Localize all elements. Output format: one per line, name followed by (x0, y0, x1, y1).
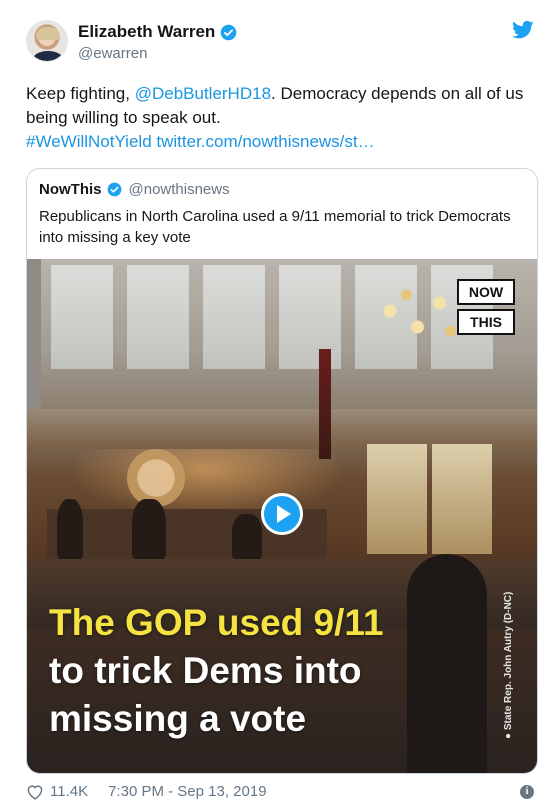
ceiling-beam (27, 259, 41, 409)
hashtag-link[interactable]: #WeWillNotYield (26, 132, 152, 151)
quoted-author-handle[interactable]: @nowthisnews (129, 181, 230, 198)
like-count[interactable]: 11.4K (50, 783, 88, 800)
logo-line-this: THIS (457, 309, 515, 335)
tweet-text: Keep fighting, @DebButlerHD18. Democracy… (26, 82, 526, 154)
wall-band (27, 409, 537, 449)
quoted-tweet-text: Republicans in North Carolina used a 9/1… (39, 208, 511, 246)
nowthis-logo: NOW THIS (457, 279, 515, 335)
author-name-row: Elizabeth Warren (78, 22, 237, 42)
play-icon (277, 505, 291, 523)
caption-line-1: The GOP used 9/11 (49, 602, 384, 643)
logo-line-now: NOW (457, 279, 515, 305)
window (51, 265, 113, 369)
author-name[interactable]: Elizabeth Warren (78, 22, 215, 42)
window (203, 265, 265, 369)
heart-icon[interactable] (26, 784, 44, 800)
video-caption: The GOP used 9/11 to trick Dems into mis… (49, 599, 489, 743)
state-seal (127, 449, 185, 507)
tweet-header: Elizabeth Warren @ewarren (26, 18, 534, 68)
wall-panel (432, 444, 492, 554)
quoted-author-row: NowThis @nowthisnews (39, 181, 230, 198)
info-icon[interactable]: i (520, 785, 534, 799)
tweet-text-start: Keep fighting, (26, 84, 135, 103)
wall-panel (367, 444, 427, 554)
video-credit: ● State Rep. John Autry (D-NC) (503, 591, 514, 739)
twitter-bird-icon[interactable] (512, 20, 534, 40)
person-figure (57, 499, 83, 559)
verified-badge-icon (221, 24, 237, 40)
verified-badge-icon (107, 182, 121, 197)
quoted-tweet-card[interactable]: NowThis @nowthisnews Republicans in Nort… (26, 168, 538, 774)
caption-line-2: to trick Dems into (49, 650, 362, 691)
flag (319, 349, 331, 459)
caption-line-3: missing a vote (49, 698, 307, 739)
tweet-footer: 11.4K 7:30 PM - Sep 13, 2019 (26, 783, 267, 800)
timestamp[interactable]: 7:30 PM - Sep 13, 2019 (108, 783, 266, 800)
person-figure (232, 514, 262, 559)
video-player[interactable]: NOW THIS The GOP used 9/11 to trick Dems… (27, 259, 537, 773)
play-button[interactable] (261, 493, 303, 535)
author-handle[interactable]: @ewarren (78, 45, 147, 62)
avatar[interactable] (26, 20, 68, 62)
window (127, 265, 189, 369)
mention-link[interactable]: @DebButlerHD18 (135, 84, 271, 103)
url-link[interactable]: twitter.com/nowthisnews/st… (156, 132, 374, 151)
chandelier (357, 279, 467, 359)
credit-text: State Rep. John Autry (D-NC) (503, 591, 514, 731)
window (279, 265, 341, 369)
person-figure (132, 499, 166, 559)
quoted-author-name[interactable]: NowThis (39, 181, 102, 198)
